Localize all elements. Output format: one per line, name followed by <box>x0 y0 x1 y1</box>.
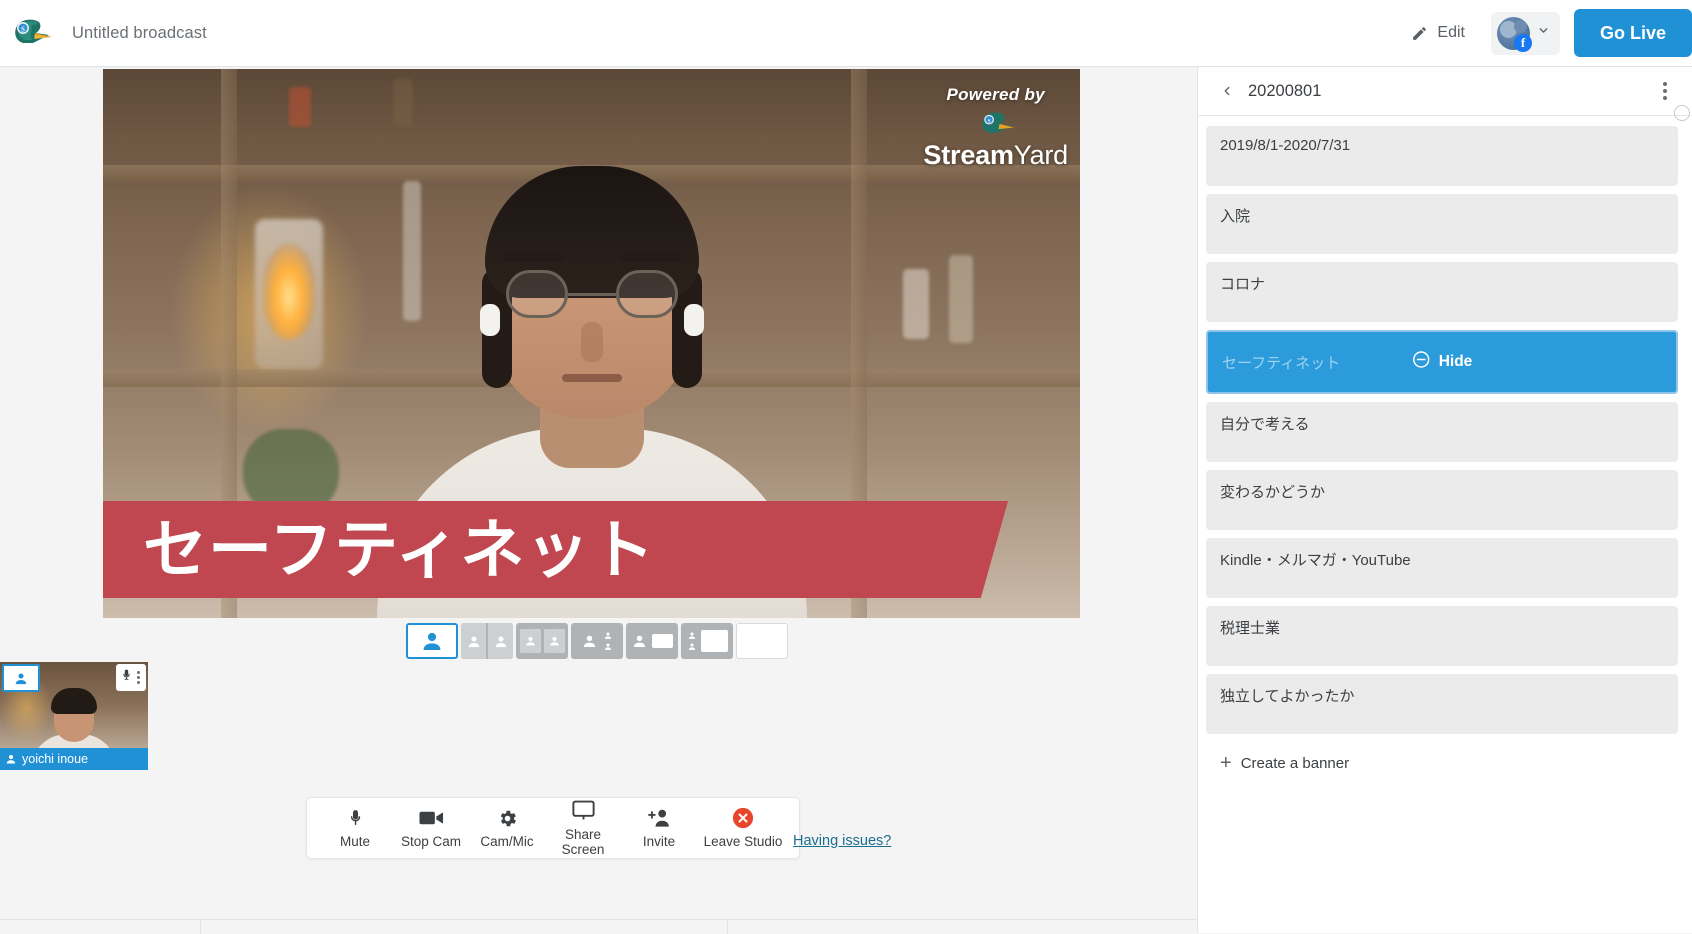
pencil-icon <box>1411 25 1428 42</box>
invite-button[interactable]: Invite <box>621 798 697 858</box>
banner-item-label: Kindle・メルマガ・YouTube <box>1220 552 1411 569</box>
watermark-brand-thin: Yard <box>1013 140 1068 170</box>
broadcast-destination-selector[interactable]: f <box>1490 11 1560 55</box>
watermark-powered-label: Powered by <box>946 85 1045 104</box>
chevron-down-icon <box>1537 24 1550 42</box>
broadcast-title[interactable]: Untitled broadcast <box>72 24 207 43</box>
share-screen-button-label: Share Screen <box>561 826 605 857</box>
banner-list[interactable]: 2019/8/1-2020/7/31 入院 コロナ セーフティネット Hide … <box>1198 116 1692 933</box>
on-air-banner-text: セーフティネット <box>143 513 656 586</box>
monitor-icon <box>571 800 595 822</box>
invite-button-label: Invite <box>642 834 676 849</box>
chevron-left-icon[interactable] <box>1216 80 1238 102</box>
person-icon <box>6 754 16 764</box>
share-screen-button[interactable]: Share Screen <box>545 798 621 858</box>
close-circle-icon <box>732 807 754 829</box>
hide-banner-label: Hide <box>1438 353 1473 370</box>
sidebar-title: 20200801 <box>1248 81 1322 100</box>
edge-indicator-icon <box>1674 105 1690 121</box>
layout-selector <box>406 623 788 659</box>
lamp-glow <box>263 244 315 340</box>
mute-button[interactable]: Mute <box>317 798 393 858</box>
edit-button[interactable]: Edit <box>1397 16 1479 50</box>
list-item[interactable]: Kindle・メルマガ・YouTube <box>1206 538 1678 598</box>
svg-text:S: S <box>987 118 990 124</box>
go-live-button[interactable]: Go Live <box>1573 9 1692 57</box>
leave-studio-button[interactable]: Leave Studio <box>697 798 789 858</box>
list-item[interactable]: コロナ <box>1206 262 1678 322</box>
streamyard-watermark: Powered by S StreamYard <box>923 85 1068 171</box>
more-vertical-icon[interactable] <box>135 671 142 684</box>
layout-option-stack-screen[interactable] <box>681 623 733 659</box>
layout-option-single-speaker[interactable] <box>406 623 458 659</box>
watermark-brand-bold: Stream <box>923 140 1014 170</box>
watermark-duck-logo-icon: S <box>923 109 1068 139</box>
self-view-participant-name: yoichi inoue <box>22 752 89 766</box>
banner-item-label: 入院 <box>1220 208 1251 225</box>
create-banner-label: Create a banner <box>1240 754 1350 772</box>
plus-icon: + <box>1220 752 1232 774</box>
studio-controls-toolbar: Mute Stop Cam Cam/Mic Share Screen Invit… <box>306 797 800 859</box>
layout-option-screen-only[interactable] <box>736 623 788 659</box>
list-item[interactable]: 変わるかどうか <box>1206 470 1678 530</box>
self-view-tile[interactable]: yoichi inoue <box>0 662 148 770</box>
having-issues-link[interactable]: Having issues? <box>793 833 891 849</box>
svg-text:S: S <box>21 25 25 33</box>
self-view-name-bar: yoichi inoue <box>0 748 148 770</box>
layout-option-two-split[interactable] <box>461 623 513 659</box>
cam-mic-button-label: Cam/Mic <box>480 834 534 849</box>
on-air-banner-overlay: セーフティネット <box>103 501 1008 598</box>
mute-button-label: Mute <box>339 834 370 849</box>
watermark-brand-name: StreamYard <box>923 140 1068 171</box>
minus-circle-icon <box>1412 350 1431 374</box>
top-bar: S Untitled broadcast Edit f Go Live <box>0 0 1692 67</box>
self-view-controls <box>116 664 146 691</box>
person-icon <box>15 672 27 684</box>
layout-option-one-plus-two[interactable] <box>571 623 623 659</box>
top-bar-actions: Edit f Go Live <box>1397 0 1692 67</box>
stop-cam-button[interactable]: Stop Cam <box>393 798 469 858</box>
banners-sidebar: 20200801 2019/8/1-2020/7/31 入院 コロナ セーフティ… <box>1197 67 1692 933</box>
self-view-layout-badge[interactable] <box>2 664 40 692</box>
list-item[interactable]: 入院 <box>1206 194 1678 254</box>
layout-option-two-group[interactable] <box>516 623 568 659</box>
banner-item-label: 独立してよかったか <box>1220 688 1355 705</box>
video-camera-icon <box>418 807 444 829</box>
edit-button-label: Edit <box>1437 24 1465 41</box>
studio-stage: Powered by S StreamYard セーフティネット yoichi … <box>0 67 1197 934</box>
list-item[interactable]: 独立してよかったか <box>1206 674 1678 734</box>
microphone-icon <box>346 807 365 829</box>
bottom-strip <box>0 919 1197 934</box>
facebook-badge-icon: f <box>1513 33 1532 52</box>
sidebar-header: 20200801 <box>1198 67 1692 116</box>
create-banner-button[interactable]: + Create a banner <box>1206 742 1678 787</box>
list-item-active[interactable]: セーフティネット Hide <box>1206 330 1678 394</box>
stop-cam-button-label: Stop Cam <box>400 834 462 849</box>
banner-item-label: セーフティネット <box>1222 354 1341 372</box>
add-person-icon <box>647 807 671 829</box>
more-vertical-icon[interactable] <box>1652 78 1678 104</box>
microphone-icon[interactable] <box>120 667 133 688</box>
list-item[interactable]: 自分で考える <box>1206 402 1678 462</box>
list-item[interactable]: 税理士業 <box>1206 606 1678 666</box>
gear-icon <box>497 807 518 829</box>
layout-option-person-screen[interactable] <box>626 623 678 659</box>
hide-banner-button[interactable]: Hide <box>1412 350 1473 374</box>
banner-item-label: コロナ <box>1220 276 1266 293</box>
main-video-preview[interactable]: Powered by S StreamYard セーフティネット <box>103 69 1080 618</box>
banner-item-label: 自分で考える <box>1220 416 1310 433</box>
duck-logo-icon[interactable]: S <box>0 0 62 67</box>
banner-item-label: 税理士業 <box>1220 620 1281 637</box>
banner-item-label: 2019/8/1-2020/7/31 <box>1220 137 1351 154</box>
banner-item-label: 変わるかどうか <box>1220 484 1326 501</box>
list-item[interactable]: 2019/8/1-2020/7/31 <box>1206 126 1678 186</box>
destination-avatar: f <box>1496 16 1532 52</box>
leave-studio-button-label: Leave Studio <box>703 834 783 849</box>
cam-mic-button[interactable]: Cam/Mic <box>469 798 545 858</box>
